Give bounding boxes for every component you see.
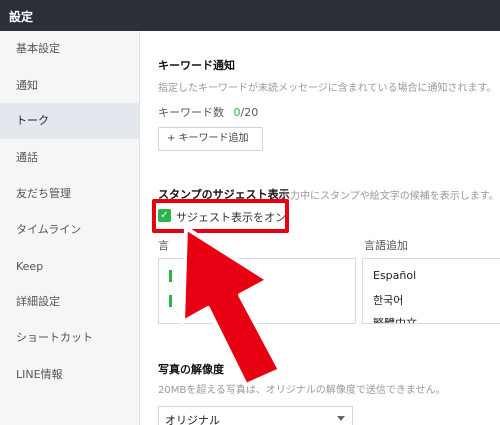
annotation-arrow [181, 226, 282, 387]
arrow-icon [181, 226, 282, 387]
